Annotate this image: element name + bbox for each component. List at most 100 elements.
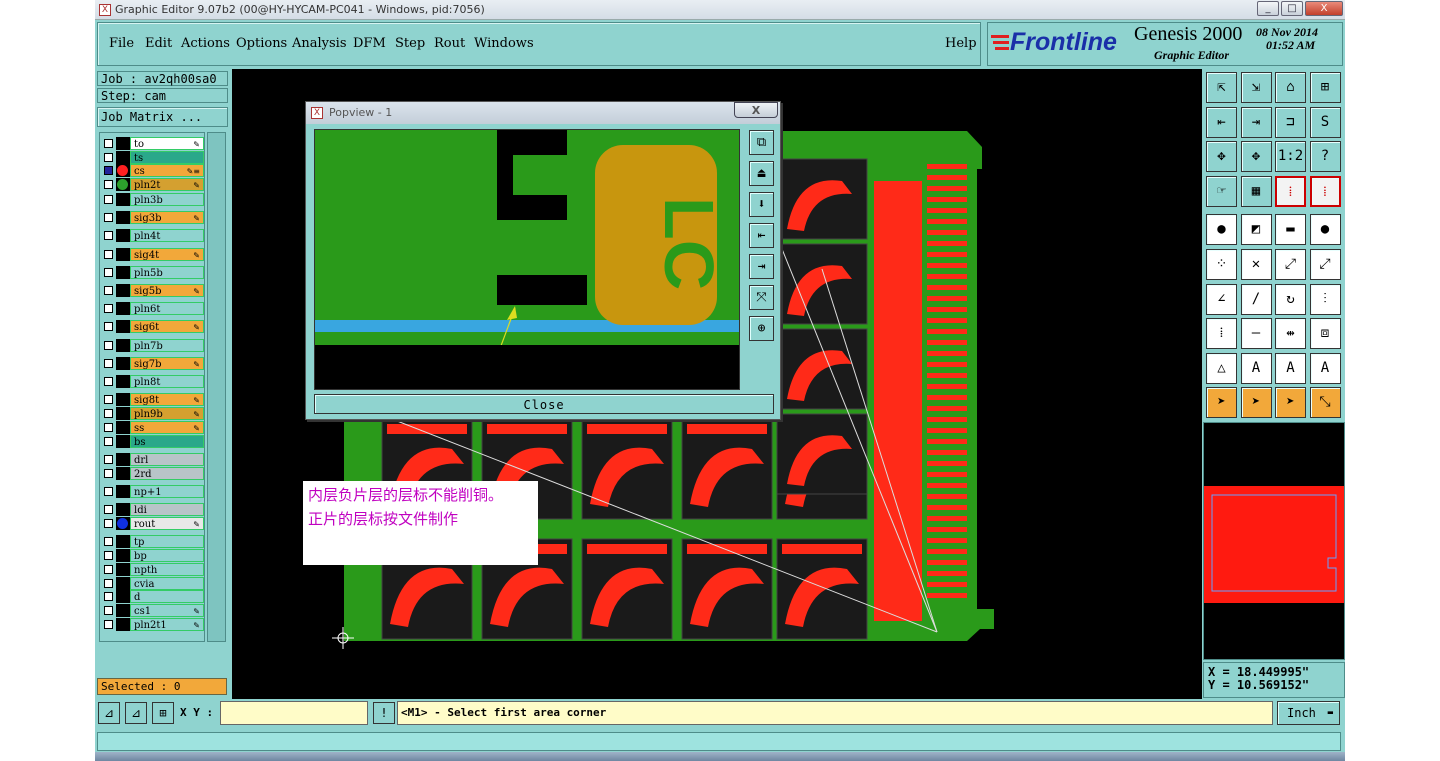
measure-ruler-icon[interactable]: ▬ <box>1275 214 1306 246</box>
layer-up-icon[interactable]: ⏏ <box>749 161 774 186</box>
layer-checkbox[interactable] <box>104 578 113 588</box>
pointer-icon[interactable]: ➤ <box>1206 387 1237 419</box>
layer-name[interactable]: ldi <box>130 503 204 517</box>
net-select-icon[interactable]: ⁘ <box>1206 249 1237 280</box>
layer-checkbox[interactable] <box>104 395 113 405</box>
zoom-out-icon[interactable]: ⇲ <box>1240 72 1272 103</box>
zoom-fit-icon[interactable]: ⤧ <box>749 285 774 310</box>
layer-down-icon[interactable]: ⬇ <box>749 192 774 217</box>
layer-checkbox[interactable] <box>104 286 113 295</box>
layer-checkbox[interactable] <box>104 152 113 162</box>
layer-row[interactable]: sig6t ✎ <box>102 320 204 334</box>
layer-checkbox[interactable] <box>104 437 113 447</box>
angle-icon[interactable]: ∠ <box>1206 283 1237 315</box>
layer-checkbox[interactable] <box>104 322 113 332</box>
rotate-icon[interactable]: ↻ <box>1275 283 1306 315</box>
job-matrix-button[interactable]: Job Matrix ... <box>97 107 228 127</box>
snap-mode-icon[interactable]: ⊿ <box>98 702 120 724</box>
layer-row[interactable]: to ✎ <box>102 137 204 150</box>
layer-checkbox[interactable] <box>104 537 113 547</box>
layer-row[interactable]: 2rd <box>102 467 204 481</box>
layer-row[interactable]: sig5b ✎ <box>102 284 204 297</box>
measure-mode-icon[interactable]: ⊿ <box>125 702 147 724</box>
layer-name[interactable]: cs1 ✎ <box>130 604 204 618</box>
layer-checkbox[interactable] <box>104 195 113 204</box>
route-icon[interactable]: ⤡ <box>1309 387 1341 419</box>
grid-icon[interactable]: ▦ <box>1240 175 1272 207</box>
layer-name[interactable]: cvia <box>130 576 204 590</box>
grid-mode-icon[interactable]: ⊞ <box>152 702 174 724</box>
layer-name[interactable]: bp <box>130 549 204 562</box>
layer-checkbox[interactable] <box>104 423 113 433</box>
hand-icon[interactable]: ☞ <box>1206 175 1237 207</box>
text-b-icon[interactable]: A <box>1275 352 1306 384</box>
layer-row[interactable]: npth <box>102 562 204 576</box>
query-icon[interactable]: ? <box>1309 141 1341 173</box>
layer-name[interactable]: to ✎ <box>130 137 204 150</box>
layer-name[interactable]: sig7b ✎ <box>130 356 204 370</box>
layer-name[interactable]: pln8t <box>130 375 204 388</box>
layer-name[interactable]: sig5b ✎ <box>130 284 204 297</box>
layer-checkbox[interactable] <box>104 564 113 574</box>
layer-checkbox[interactable] <box>104 409 113 419</box>
layer-row[interactable]: pln3b <box>102 193 204 206</box>
zoom-home-icon[interactable]: ⧉ <box>749 130 774 155</box>
add-circle-icon[interactable]: ● <box>1309 214 1341 246</box>
pan-left-icon[interactable]: ⇤ <box>749 223 774 248</box>
layer-name[interactable]: ss ✎ <box>130 421 204 435</box>
info-icon[interactable]: ! <box>373 702 395 724</box>
home-view-icon[interactable]: ⌂ <box>1275 72 1306 103</box>
units-selector[interactable]: Inch ▬ <box>1277 701 1340 725</box>
layer-name[interactable]: 2rd <box>130 467 204 481</box>
layer-row[interactable]: sig8t ✎ <box>102 393 204 407</box>
fit-all-icon[interactable]: ✥ <box>1206 141 1237 173</box>
menu-analysis[interactable]: Analysis <box>292 36 347 51</box>
pan-left-icon[interactable]: ⇤ <box>1206 106 1237 138</box>
menu-step[interactable]: Step <box>395 36 425 51</box>
layer-name[interactable]: bs <box>130 435 204 449</box>
layer-checkbox[interactable] <box>104 304 113 314</box>
layer-row[interactable]: sig7b ✎ <box>102 356 204 370</box>
zoom-in-icon[interactable]: ⇱ <box>1206 72 1237 103</box>
layer-name[interactable]: sig3b ✎ <box>130 211 204 225</box>
layer-checkbox[interactable] <box>104 505 113 515</box>
layer-row[interactable]: rout ✎ <box>102 517 204 531</box>
layer-row[interactable]: d <box>102 590 204 604</box>
layer-checkbox[interactable] <box>104 620 113 629</box>
popview-viewport[interactable]: LC <box>314 129 740 390</box>
layer-name[interactable]: pln2t1 ✎ <box>130 618 204 631</box>
layer-row[interactable]: pln5b <box>102 265 204 279</box>
snap-point-icon[interactable]: ⁞ <box>1206 318 1237 350</box>
layer-row[interactable]: bs <box>102 435 204 449</box>
layer-checkbox[interactable] <box>104 267 113 277</box>
layer-row[interactable]: ss ✎ <box>102 421 204 435</box>
layer-name[interactable]: cs ✎≡ <box>130 164 204 178</box>
layer-checkbox[interactable] <box>104 166 113 176</box>
layer-row[interactable]: np+1 <box>102 485 204 499</box>
pan-right-icon[interactable]: ⇥ <box>1240 106 1272 138</box>
maximize-button[interactable]: □ <box>1281 1 1303 16</box>
layer-name[interactable]: drl <box>130 453 204 467</box>
layer-row[interactable]: ts <box>102 150 204 164</box>
layer-name[interactable]: rout ✎ <box>130 517 204 531</box>
layer-row[interactable]: sig4t ✎ <box>102 247 204 261</box>
feature-icon[interactable]: ⧈ <box>1309 318 1341 350</box>
layer-checkbox[interactable] <box>104 213 113 223</box>
text-c-icon[interactable]: A <box>1309 352 1341 384</box>
zoom-area-icon[interactable]: ✥ <box>1240 141 1272 173</box>
layer-name[interactable]: pln5b <box>130 265 204 279</box>
layer-name[interactable]: np+1 <box>130 485 204 499</box>
layer-row[interactable]: bp <box>102 549 204 562</box>
move-icon[interactable]: ⤢ <box>1275 249 1306 280</box>
layer-name[interactable]: tp <box>130 535 204 549</box>
add-pad-icon[interactable]: ● <box>1206 214 1237 246</box>
layer-name[interactable]: ts <box>130 150 204 164</box>
pan-right-icon[interactable]: ⇥ <box>749 254 774 279</box>
layer-checkbox[interactable] <box>104 231 113 241</box>
popview-close-x[interactable]: X <box>734 102 778 118</box>
scale-icon[interactable]: 1:2 <box>1275 141 1306 173</box>
redraw-icon[interactable]: ⊐ <box>1275 106 1306 138</box>
layer-row[interactable]: pln9b ✎ <box>102 407 204 421</box>
menu-help[interactable]: Help <box>945 36 977 51</box>
window-view-icon[interactable]: ⊞ <box>1309 72 1341 103</box>
